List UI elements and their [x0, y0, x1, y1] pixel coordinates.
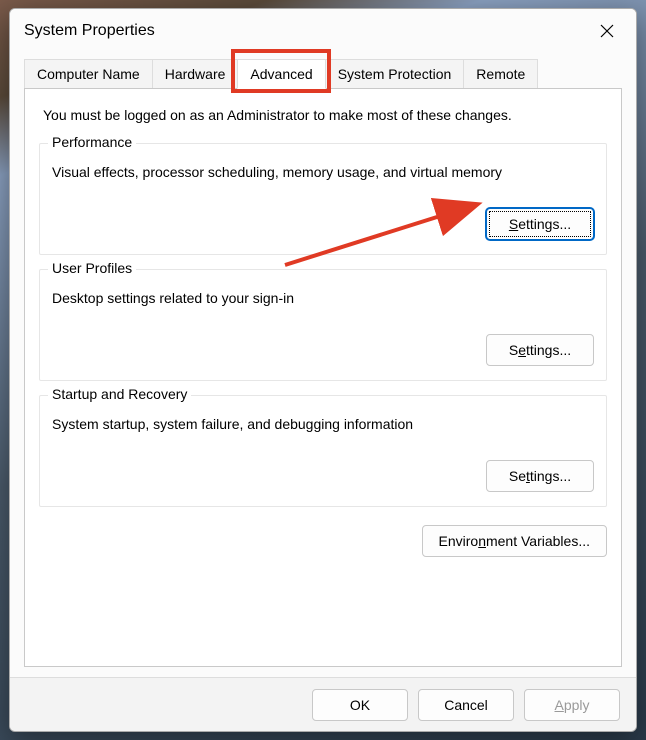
user-profiles-settings-button[interactable]: Settings... [486, 334, 594, 366]
tab-system-protection[interactable]: System Protection [325, 59, 465, 89]
group-desc-user-profiles: Desktop settings related to your sign-in [52, 290, 594, 306]
group-title-performance: Performance [48, 134, 136, 150]
group-title-startup-recovery: Startup and Recovery [48, 386, 191, 402]
titlebar: System Properties [10, 9, 636, 53]
dialog-footer: OK Cancel Apply [10, 677, 636, 731]
group-title-user-profiles: User Profiles [48, 260, 136, 276]
group-desc-startup-recovery: System startup, system failure, and debu… [52, 416, 594, 432]
group-performance: Performance Visual effects, processor sc… [39, 143, 607, 255]
ok-button[interactable]: OK [312, 689, 408, 721]
close-button[interactable] [586, 15, 628, 47]
tab-remote[interactable]: Remote [463, 59, 538, 89]
tab-advanced[interactable]: Advanced [237, 59, 325, 89]
system-properties-window: System Properties Computer Name Hardware… [9, 8, 637, 732]
environment-variables-button[interactable]: Environment Variables... [422, 525, 608, 557]
performance-settings-button[interactable]: Settings... [486, 208, 594, 240]
advanced-panel: You must be logged on as an Administrato… [24, 88, 622, 667]
group-user-profiles: User Profiles Desktop settings related t… [39, 269, 607, 381]
tab-computer-name[interactable]: Computer Name [24, 59, 153, 89]
cancel-button[interactable]: Cancel [418, 689, 514, 721]
window-title: System Properties [24, 22, 155, 40]
admin-note: You must be logged on as an Administrato… [43, 107, 607, 123]
environment-variables-row: Environment Variables... [39, 525, 607, 557]
group-startup-recovery: Startup and Recovery System startup, sys… [39, 395, 607, 507]
close-icon [600, 24, 614, 38]
startup-recovery-settings-button[interactable]: Settings... [486, 460, 594, 492]
tab-strip: Computer Name Hardware Advanced System P… [24, 59, 622, 89]
group-desc-performance: Visual effects, processor scheduling, me… [52, 164, 594, 180]
apply-button[interactable]: Apply [524, 689, 620, 721]
tab-hardware[interactable]: Hardware [152, 59, 239, 89]
